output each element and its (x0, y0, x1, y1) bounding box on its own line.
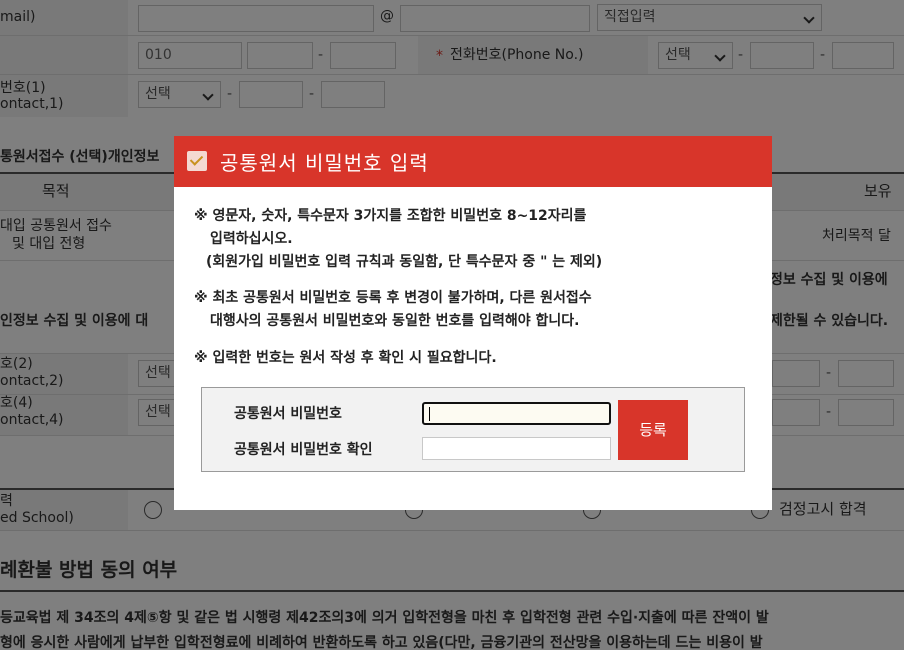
modal-note1-line2: 입력하십시오. (210, 231, 293, 247)
modal-header: 공통원서 비밀번호 입력 (174, 136, 772, 187)
checkbox-checked-icon (187, 151, 207, 171)
modal-title: 공통원서 비밀번호 입력 (220, 151, 429, 175)
password-modal: 공통원서 비밀번호 입력 ※ 영문자, 숫자, 특수문자 3가지를 조합한 비밀… (174, 136, 772, 510)
modal-note2-line2: 대행사의 공통원서 비밀번호와 동일한 번호를 입력해야 합니다. (210, 313, 580, 329)
password-input[interactable] (422, 402, 611, 425)
modal-note1-line1: ※ 영문자, 숫자, 특수문자 3가지를 조합한 비밀번호 8~12자리를 (194, 208, 587, 224)
password-form-box: 공통원서 비밀번호 공통원서 비밀번호 확인 등록 (201, 387, 745, 472)
password-confirm-label: 공통원서 비밀번호 확인 (234, 442, 373, 458)
register-button[interactable]: 등록 (618, 400, 688, 460)
password-confirm-input[interactable] (422, 437, 611, 460)
modal-note1-line3: (회원가입 비밀번호 입력 규칙과 동일함, 단 특수문자 중 " 는 제외) (206, 254, 603, 270)
modal-note3: ※ 입력한 번호는 원서 작성 후 확인 시 필요합니다. (194, 350, 497, 366)
modal-note2-line1: ※ 최초 공통원서 비밀번호 등록 후 변경이 불가하며, 다른 원서접수 (194, 290, 592, 306)
password-label: 공통원서 비밀번호 (234, 406, 342, 422)
